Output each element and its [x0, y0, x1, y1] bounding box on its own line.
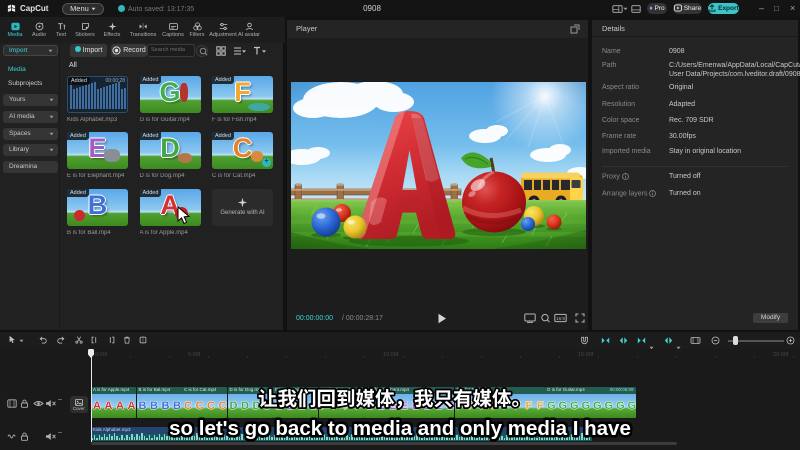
- svg-text:16:9: 16:9: [556, 316, 565, 321]
